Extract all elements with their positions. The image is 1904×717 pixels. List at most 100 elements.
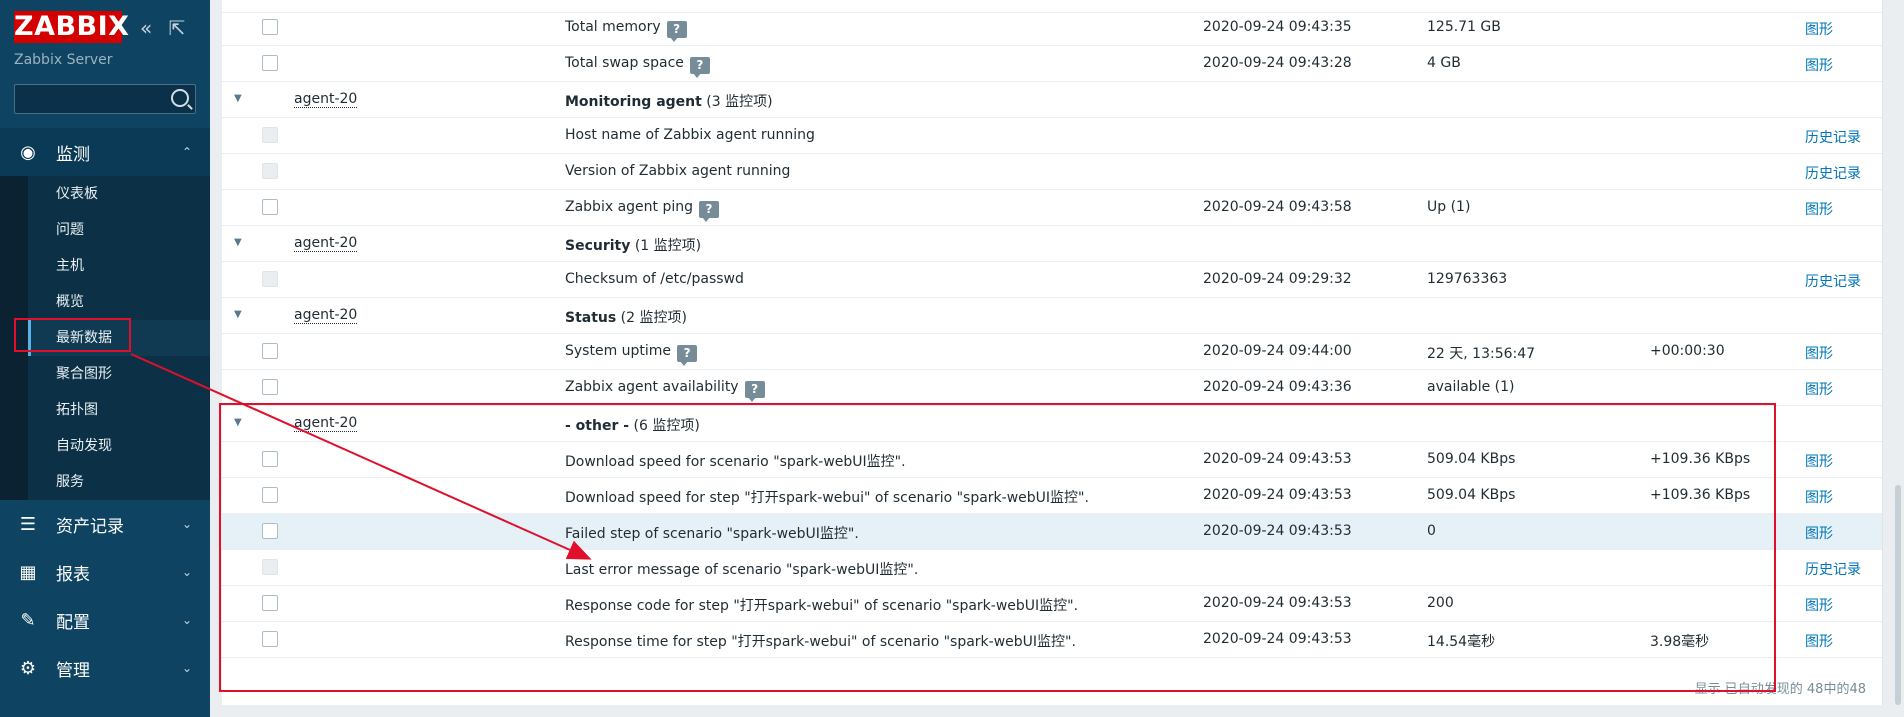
collapse-toggle-icon[interactable]: ▼ <box>234 309 242 320</box>
menu-reports[interactable]: ▦ 报表 ⌄ <box>0 548 210 596</box>
help-icon[interactable]: ? <box>744 381 765 402</box>
application-title: Status <box>565 310 617 326</box>
expand-icon[interactable]: ⇱ <box>169 16 186 40</box>
application-title: Monitoring agent <box>565 94 702 110</box>
submenu-screens[interactable]: 聚合图形 <box>28 356 210 392</box>
last-check-time: 2020-09-24 09:43:28 <box>1203 55 1352 71</box>
last-value: 22 天, 13:56:47 <box>1427 346 1536 362</box>
item-name-text: System uptime <box>565 343 672 359</box>
chevron-down-icon: ⌄ <box>181 565 192 579</box>
row-action-link[interactable]: 图形 <box>1805 631 1833 651</box>
item-name-text: Version of Zabbix agent running <box>565 163 791 179</box>
menu-admin-label: 管理 <box>56 660 90 681</box>
chevron-down-icon: ⌄ <box>181 517 192 531</box>
submenu-services[interactable]: 服务 <box>28 464 210 500</box>
table-row: Total memory? 2020-09-24 09:43:35 125.71 G… <box>222 10 1882 46</box>
search-icon[interactable] <box>171 89 189 107</box>
item-name: Checksum of /etc/passwd <box>565 271 744 287</box>
list-icon: ☰ <box>19 513 37 535</box>
group-row: ▼ agent-20 Security (1 监控项) <box>222 226 1882 262</box>
last-value: available (1) <box>1427 379 1515 395</box>
bar-chart-icon: ▦ <box>19 561 37 583</box>
application-name: Monitoring agent (3 监控项) <box>565 91 773 111</box>
row-action-link[interactable]: 图形 <box>1805 379 1833 399</box>
last-value: 125.71 GB <box>1427 19 1501 35</box>
item-name: Total memory? <box>565 19 687 42</box>
annotation-box-other-group <box>219 403 1776 692</box>
eye-icon: ◉ <box>20 141 36 163</box>
row-action-link[interactable]: 图形 <box>1805 523 1833 543</box>
chevron-down-icon: ⌄ <box>181 613 192 627</box>
menu-config-label: 配置 <box>56 612 90 633</box>
table-row: Version of Zabbix agent running 历史记录 <box>222 154 1882 190</box>
row-action-link[interactable]: 图形 <box>1805 19 1833 39</box>
help-icon[interactable]: ? <box>677 345 698 366</box>
submenu-dashboard[interactable]: 仪表板 <box>28 176 210 212</box>
row-checkbox[interactable] <box>262 379 278 395</box>
annotation-box-latest-data <box>14 318 131 352</box>
menu-assets[interactable]: ☰ 资产记录 ⌄ <box>0 500 210 548</box>
double-chevron-left-icon[interactable]: « <box>140 16 152 40</box>
collapse-toggle-icon[interactable]: ▼ <box>234 237 242 248</box>
item-name: Zabbix agent availability? <box>565 379 765 402</box>
menu-reports-label: 报表 <box>56 564 90 585</box>
last-value: 4 GB <box>1427 55 1461 71</box>
menu-assets-label: 资产记录 <box>56 516 124 537</box>
table-row: System uptime? 2020-09-24 09:44:00 22 天, 1… <box>222 334 1882 370</box>
help-icon[interactable]: ? <box>699 201 719 222</box>
sidebar: ZABBIX « ⇱ Zabbix Server ◉ 监测 ⌃ 仪表板 问题 主… <box>0 0 210 717</box>
scrollbar[interactable] <box>1895 485 1901 705</box>
row-checkbox[interactable] <box>262 55 278 71</box>
menu-admin[interactable]: ⚙ 管理 ⌄ <box>0 644 210 692</box>
collapse-toggle-icon[interactable]: ▼ <box>234 93 242 104</box>
row-action-link[interactable]: 图形 <box>1805 199 1833 219</box>
row-checkbox[interactable] <box>262 199 278 215</box>
menu-monitoring[interactable]: ◉ 监测 ⌃ <box>0 128 210 176</box>
item-name: System uptime? <box>565 343 698 366</box>
item-name: Version of Zabbix agent running <box>565 163 790 179</box>
table-row: Host name of Zabbix agent running 历史记录 <box>222 118 1882 154</box>
row-action-link[interactable]: 历史记录 <box>1805 163 1861 183</box>
table-row: Zabbix agent availability? 2020-09-24 09:… <box>222 370 1882 406</box>
row-checkbox <box>262 271 278 287</box>
host-link[interactable]: agent-20 <box>294 307 358 324</box>
row-action-link[interactable]: 图形 <box>1805 451 1833 471</box>
row-action-link[interactable]: 图形 <box>1805 487 1833 507</box>
item-name-text: Checksum of /etc/passwd <box>565 271 744 287</box>
row-action-link[interactable]: 图形 <box>1805 595 1833 615</box>
row-checkbox <box>262 127 278 143</box>
submenu-overview[interactable]: 概览 <box>28 284 210 320</box>
table-row: Total swap space? 2020-09-24 09:43:28 4 GB… <box>222 46 1882 82</box>
table-row: Zabbix agent ping? 2020-09-24 09:43:58 Up … <box>222 190 1882 226</box>
server-name: Zabbix Server <box>14 52 113 68</box>
help-icon[interactable]: ? <box>689 57 710 78</box>
help-icon[interactable]: ? <box>666 21 687 42</box>
gear-icon: ⚙ <box>19 657 37 679</box>
host-link[interactable]: agent-20 <box>294 91 358 108</box>
item-name: Total swap space? <box>565 55 710 78</box>
wrench-icon: ✎ <box>20 609 36 631</box>
row-action-link[interactable]: 历史记录 <box>1805 127 1861 147</box>
chevron-up-icon: ⌃ <box>181 145 192 159</box>
submenu-discovery[interactable]: 自动发现 <box>28 428 210 464</box>
zabbix-logo[interactable]: ZABBIX <box>14 11 129 43</box>
row-checkbox[interactable] <box>262 19 278 35</box>
host-link[interactable]: agent-20 <box>294 235 358 252</box>
value-change: +00:00:30 <box>1650 343 1725 359</box>
submenu-maps[interactable]: 拓扑图 <box>28 392 210 428</box>
row-checkbox[interactable] <box>262 343 278 359</box>
search-input[interactable] <box>14 84 196 114</box>
row-action-link[interactable]: 历史记录 <box>1805 271 1861 291</box>
item-name-text: Host name of Zabbix agent running <box>565 127 815 143</box>
row-action-link[interactable]: 历史记录 <box>1805 559 1861 579</box>
table-row: Checksum of /etc/passwd 2020-09-24 09:29:… <box>222 262 1882 298</box>
item-name-text: Total swap space <box>565 55 684 71</box>
menu-config[interactable]: ✎ 配置 ⌄ <box>0 596 210 644</box>
group-row: ▼ agent-20 Monitoring agent (3 监控项) <box>222 82 1882 118</box>
application-title: Security <box>565 238 631 254</box>
last-check-time: 2020-09-24 09:43:36 <box>1203 379 1352 395</box>
submenu-problems[interactable]: 问题 <box>28 212 210 248</box>
row-action-link[interactable]: 图形 <box>1805 343 1833 363</box>
submenu-hosts[interactable]: 主机 <box>28 248 210 284</box>
row-action-link[interactable]: 图形 <box>1805 55 1833 75</box>
